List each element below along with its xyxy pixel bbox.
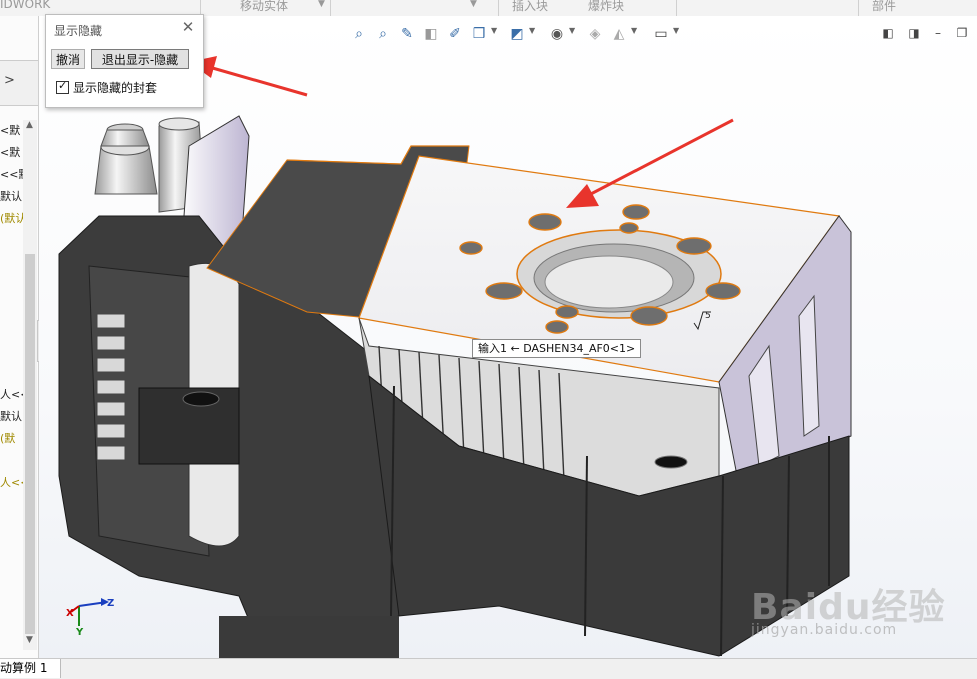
- ribbon-divider: [330, 0, 331, 16]
- triad-x-label: X: [66, 608, 74, 619]
- undo-button[interactable]: 撤消: [51, 49, 85, 69]
- show-hidden-envelopes-checkbox[interactable]: ✓: [56, 79, 69, 94]
- ribbon-divider: [498, 0, 499, 16]
- coordinate-triad: [70, 598, 109, 626]
- ribbon-dropdown-icon[interactable]: ▼: [318, 0, 325, 9]
- ribbon-item-insert-block[interactable]: 插入块: [512, 0, 548, 14]
- tree-tab-strip[interactable]: >: [0, 60, 38, 106]
- triad-y-label: Y: [76, 627, 84, 638]
- model-graphics: 5: [58, 56, 852, 658]
- scroll-down-icon[interactable]: ▼: [26, 635, 33, 645]
- show-hidden-dialog: 显示隐藏 ✕ 撤消 退出显示-隐藏 ✓ 显示隐藏的封套: [45, 14, 204, 108]
- surface-finish-value: 5: [705, 311, 711, 321]
- close-icon[interactable]: ✕: [179, 18, 197, 36]
- tab-motion-study[interactable]: 动算例 1: [0, 659, 61, 678]
- feature-manager-tree: > <默 <默 <<默 默认 (默认 人<< 默认 (默 人<< ▲ ▼: [0, 16, 39, 658]
- scroll-up-icon[interactable]: ▲: [26, 120, 33, 130]
- tree-scrollbar[interactable]: ▲ ▼: [23, 120, 37, 650]
- bottom-tab-bar: 动算例 1: [0, 658, 977, 679]
- ribbon-item-explode-block[interactable]: 爆炸块: [588, 0, 624, 14]
- dialog-title: 显示隐藏: [54, 24, 103, 38]
- checkmark-icon: ✓: [58, 79, 68, 92]
- graphics-viewport[interactable]: ⌕ ⌕ ✎ ◧ ✐ ❒ ▼ ◩ ▼ ◉ ▼ ◈ ◭ ▼ ▭ ▼ ◧ ◨ – ❐: [39, 16, 977, 658]
- component-tooltip: 输入1 ← DASHEN34_AF0<1>: [472, 339, 642, 358]
- ribbon-item-part[interactable]: 部件: [872, 0, 896, 14]
- ribbon-item-move-body[interactable]: 移动实体: [240, 0, 288, 14]
- ribbon-divider: [858, 0, 859, 16]
- ribbon-left-label: IDWORK: [0, 0, 51, 11]
- scrollbar-thumb[interactable]: [25, 254, 35, 634]
- cooling-fins: [96, 313, 126, 461]
- checkbox-label: 显示隐藏的封套: [73, 81, 158, 95]
- ribbon-divider: [676, 0, 677, 16]
- ribbon-dropdown-icon[interactable]: ▼: [470, 0, 477, 9]
- expand-icon[interactable]: >: [4, 73, 15, 88]
- watermark-url: jingyan.baidu.com: [751, 622, 898, 638]
- triad-z-label: Z: [107, 598, 115, 609]
- exit-show-hidden-button[interactable]: 退出显示-隐藏: [91, 49, 189, 69]
